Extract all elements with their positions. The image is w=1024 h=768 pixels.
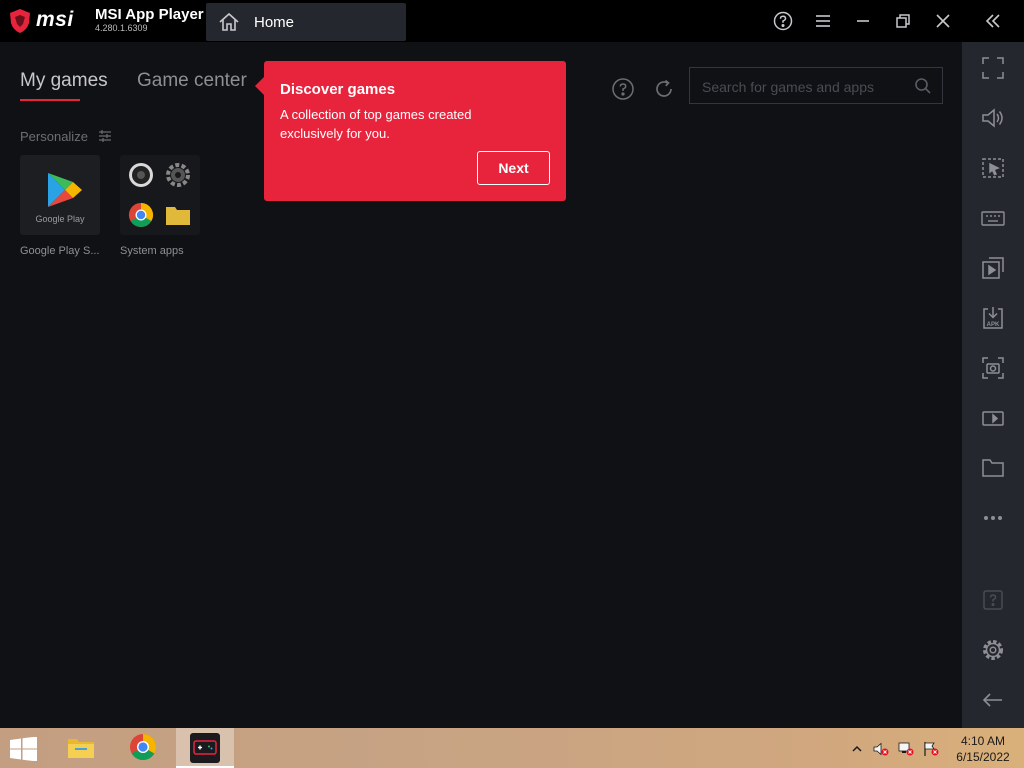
settings-gear-icon	[166, 163, 190, 187]
tab-game-center[interactable]: Game center	[137, 70, 247, 92]
screenshot-button[interactable]	[980, 355, 1006, 381]
screenshot-icon	[982, 357, 1004, 379]
app-name: MSI App Player	[95, 6, 204, 23]
help-button-sidebar[interactable]	[980, 587, 1006, 613]
sliders-icon[interactable]	[98, 129, 112, 143]
fullscreen-button[interactable]	[980, 55, 1006, 81]
next-button[interactable]: Next	[477, 151, 550, 185]
action-center-flag-icon[interactable]	[923, 741, 939, 757]
right-toolbar: APK	[962, 42, 1024, 728]
tooltip-arrow	[255, 77, 264, 95]
keyboard-button[interactable]	[980, 205, 1006, 231]
record-icon	[982, 411, 1004, 426]
windows-taskbar: 4:10 AM 6/15/2022	[0, 728, 1024, 768]
search-box	[689, 67, 943, 104]
home-tab-label: Home	[254, 14, 295, 31]
restore-button[interactable]	[892, 10, 914, 32]
collapse-double-chevron-icon	[985, 14, 1000, 28]
more-button[interactable]	[980, 505, 1006, 531]
volume-muted-icon[interactable]	[873, 741, 889, 757]
clock-time[interactable]: 4:10 AM	[953, 734, 1013, 748]
media-manager-icon	[982, 257, 1004, 279]
menu-icon	[816, 15, 830, 27]
title-bar: msi MSI App Player 4.280.1.6309 Home	[0, 0, 1024, 42]
tooltip-description: A collection of top games created exclus…	[280, 107, 472, 141]
folder-button[interactable]	[980, 455, 1006, 481]
show-hidden-icons-icon[interactable]	[850, 743, 864, 755]
help-button[interactable]	[772, 10, 794, 32]
help-icon[interactable]	[611, 77, 635, 101]
more-icon	[984, 516, 1002, 520]
active-tab-indicator	[20, 99, 80, 101]
fullscreen-icon	[982, 57, 1004, 79]
minimize-button[interactable]	[852, 10, 874, 32]
collapse-sidebar-button[interactable]	[982, 10, 1004, 32]
apk-install-icon: APK	[983, 307, 1003, 329]
refresh-icon[interactable]	[652, 77, 676, 101]
main-content: My games Game center Personalize Google …	[0, 42, 962, 728]
screen-select-icon	[982, 158, 1004, 178]
search-icon[interactable]	[914, 77, 932, 95]
camera-icon	[129, 163, 153, 187]
clock-date[interactable]: 6/15/2022	[953, 750, 1013, 764]
volume-icon	[982, 108, 1003, 128]
app-label-system-apps: System apps	[120, 245, 184, 257]
file-explorer-icon[interactable]	[66, 732, 96, 762]
settings-button[interactable]	[980, 637, 1006, 663]
close-button[interactable]	[932, 10, 954, 32]
back-icon	[982, 693, 1002, 707]
chrome-icon	[128, 203, 154, 228]
record-button[interactable]	[980, 405, 1006, 431]
home-icon	[219, 12, 239, 31]
msi-dragon-logo-icon	[10, 9, 30, 33]
help-icon	[983, 590, 1003, 610]
network-icon[interactable]	[898, 741, 914, 757]
app-label-google-play: Google Play S...	[20, 245, 100, 257]
apk-install-button[interactable]: APK	[980, 305, 1006, 331]
volume-button[interactable]	[980, 105, 1006, 131]
msi-app-player-taskbar-button[interactable]	[176, 728, 234, 768]
svg-text:APK: APK	[987, 322, 1000, 328]
google-play-tile-text: Google Play	[35, 214, 85, 224]
settings-icon	[983, 640, 1003, 660]
keyboard-icon	[981, 211, 1005, 226]
app-version: 4.280.1.6309	[95, 23, 148, 33]
media-manager-button[interactable]	[980, 255, 1006, 281]
minimize-icon	[857, 20, 869, 22]
help-icon	[773, 11, 793, 31]
discover-games-tooltip: Discover games A collection of top games…	[255, 61, 566, 201]
close-icon	[936, 14, 950, 28]
file-manager-icon	[166, 207, 190, 225]
home-tab[interactable]: Home	[206, 3, 406, 41]
folder-icon	[982, 459, 1004, 477]
restore-icon	[896, 14, 910, 28]
start-icon[interactable]	[10, 737, 38, 761]
tooltip-title: Discover games	[280, 81, 396, 98]
search-input[interactable]	[700, 76, 904, 98]
msi-wordmark: msi	[36, 8, 74, 31]
msi-app-player-icon	[190, 733, 220, 763]
tab-my-games[interactable]: My games	[20, 70, 108, 92]
menu-button[interactable]	[812, 10, 834, 32]
system-apps-tile[interactable]	[120, 155, 200, 235]
back-button[interactable]	[980, 687, 1006, 713]
google-play-store-tile[interactable]: Google Play	[20, 155, 100, 235]
chrome-icon[interactable]	[128, 732, 158, 762]
screen-select-button[interactable]	[980, 155, 1006, 181]
personalize-label[interactable]: Personalize	[20, 129, 88, 144]
